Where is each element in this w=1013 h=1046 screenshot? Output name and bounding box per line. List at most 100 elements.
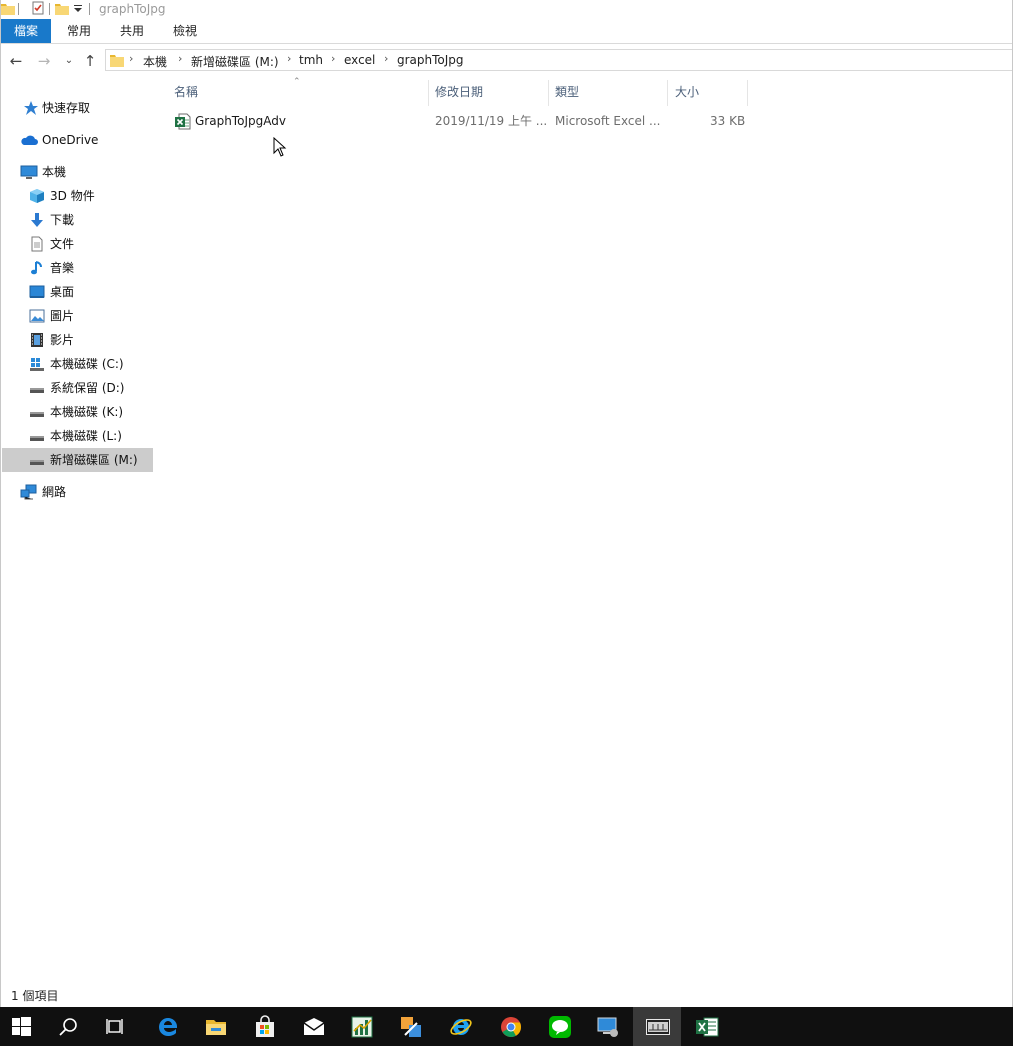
- ggg-app-icon: [646, 1019, 670, 1035]
- task-view-button[interactable]: [92, 1007, 140, 1046]
- nav-drive-d[interactable]: 系統保留 (D:): [1, 376, 153, 400]
- column-divider[interactable]: [747, 80, 748, 106]
- nav-downloads[interactable]: 下載: [1, 208, 153, 232]
- nav-network[interactable]: 網路: [1, 480, 153, 504]
- cube-3d-icon: [29, 188, 45, 204]
- film-strip-icon: [29, 332, 45, 348]
- recent-locations-chevron-icon[interactable]: ⌄: [60, 52, 78, 70]
- window-title: graphToJpg: [99, 2, 166, 16]
- excel-icon: [696, 1017, 719, 1037]
- breadcrumb-this-pc[interactable]: 本機: [143, 53, 167, 70]
- hard-drive-icon: [29, 380, 45, 396]
- nav-documents[interactable]: 文件: [1, 232, 153, 256]
- start-button[interactable]: [0, 1007, 48, 1046]
- breadcrumb-graphtojpg[interactable]: graphToJpg: [397, 53, 464, 67]
- breadcrumb-chevron-icon[interactable]: ›: [129, 52, 133, 65]
- taskbar-mail[interactable]: [289, 1007, 337, 1046]
- breadcrumb-chevron-icon[interactable]: ›: [178, 52, 182, 65]
- tab-share[interactable]: 共用: [110, 19, 154, 43]
- taskbar-paint-tool[interactable]: [386, 1007, 434, 1046]
- folder-icon: [1, 1, 15, 15]
- picture-icon: [29, 308, 45, 324]
- hard-drive-icon: [29, 428, 45, 444]
- nav-music[interactable]: 音樂: [1, 256, 153, 280]
- music-note-icon: [29, 260, 45, 276]
- breadcrumb-chevron-icon[interactable]: ›: [287, 52, 291, 65]
- mouse-pointer-icon: [273, 136, 287, 160]
- nav-drive-l[interactable]: 本機磁碟 (L:): [1, 424, 153, 448]
- file-name[interactable]: GraphToJpgAdv: [195, 111, 286, 131]
- nav-quick-access[interactable]: 快速存取: [1, 96, 153, 120]
- taskbar-store[interactable]: [240, 1007, 288, 1046]
- address-bar[interactable]: › 本機 › 新增磁碟區 (M:) › tmh › excel › graphT…: [105, 49, 1012, 71]
- desktop-icon: [29, 284, 45, 300]
- cloud-icon: [20, 132, 38, 148]
- taskbar-file-explorer[interactable]: [191, 1007, 239, 1046]
- nav-onedrive[interactable]: OneDrive: [1, 128, 153, 152]
- column-divider[interactable]: [548, 80, 549, 106]
- chrome-icon: [501, 1017, 522, 1037]
- column-header-name[interactable]: 名稱: [174, 80, 198, 104]
- status-item-count: 1 個項目: [11, 989, 59, 1003]
- hard-drive-icon: [29, 452, 45, 468]
- hard-drive-icon: [29, 404, 45, 420]
- customize-qat-icon[interactable]: [72, 1, 86, 15]
- remote-desktop-icon: [597, 1017, 618, 1037]
- download-arrow-icon: [29, 212, 45, 228]
- folder-icon: [206, 1020, 226, 1035]
- windows-drive-icon: [29, 356, 45, 372]
- nav-drive-k[interactable]: 本機磁碟 (K:): [1, 400, 153, 424]
- paint-tool-icon: [401, 1017, 421, 1037]
- column-header-type[interactable]: 類型: [555, 80, 579, 104]
- nav-desktop[interactable]: 桌面: [1, 280, 153, 304]
- column-divider[interactable]: [428, 80, 429, 106]
- breadcrumb-tmh[interactable]: tmh: [299, 53, 323, 67]
- sort-indicator-icon: ⌃: [293, 77, 301, 87]
- qat-separator: [49, 3, 50, 15]
- nav-videos[interactable]: 影片: [1, 328, 153, 352]
- taskbar-edge[interactable]: [143, 1007, 191, 1046]
- line-chat-icon: [549, 1016, 571, 1038]
- column-header-size[interactable]: 大小: [675, 80, 699, 104]
- tab-home[interactable]: 常用: [57, 19, 101, 43]
- forward-arrow-icon[interactable]: →: [35, 52, 53, 70]
- column-divider[interactable]: [667, 80, 668, 106]
- taskbar-excel[interactable]: [682, 1007, 730, 1046]
- folder-icon: [110, 53, 124, 70]
- taskbar-ggg-app[interactable]: [633, 1007, 681, 1046]
- nav-this-pc[interactable]: 本機: [1, 160, 153, 184]
- file-type: Microsoft Excel ...: [555, 114, 661, 128]
- file-size: 33 KB: [710, 114, 746, 128]
- taskbar-line[interactable]: [535, 1007, 583, 1046]
- taskbar-chrome[interactable]: [486, 1007, 534, 1046]
- edge-icon: [159, 1017, 177, 1036]
- column-header-date[interactable]: 修改日期: [435, 80, 483, 104]
- new-folder-icon[interactable]: [55, 1, 69, 15]
- excel-file-icon: [174, 113, 191, 133]
- store-bag-icon: [256, 1015, 274, 1037]
- nav-drive-m[interactable]: 新增磁碟區 (M:): [2, 448, 153, 472]
- back-arrow-icon[interactable]: ←: [7, 52, 25, 70]
- properties-icon[interactable]: [31, 1, 45, 15]
- nav-3d-objects[interactable]: 3D 物件: [1, 184, 153, 208]
- qat-separator: [18, 3, 19, 15]
- up-arrow-icon[interactable]: ↑: [81, 52, 99, 70]
- breadcrumb-excel[interactable]: excel: [344, 53, 375, 67]
- tab-view[interactable]: 檢視: [163, 19, 207, 43]
- nav-drive-c[interactable]: 本機磁碟 (C:): [1, 352, 153, 376]
- breadcrumb-chevron-icon[interactable]: ›: [331, 52, 335, 65]
- breadcrumb-chevron-icon[interactable]: ›: [384, 52, 388, 65]
- taskbar-chart-app[interactable]: [337, 1007, 385, 1046]
- internet-explorer-icon: [450, 1019, 472, 1035]
- taskbar-remote-desktop[interactable]: [583, 1007, 631, 1046]
- breadcrumb-drive-m[interactable]: 新增磁碟區 (M:): [191, 53, 279, 70]
- document-icon: [29, 236, 45, 252]
- navigation-row: ← → ⌄ ↑ › 本機 › 新增磁碟區 (M:) › tmh › excel …: [1, 44, 1012, 78]
- search-button[interactable]: [45, 1007, 93, 1046]
- ribbon-tabs: 檔案 常用 共用 檢視: [1, 19, 1012, 44]
- taskbar-internet-explorer[interactable]: [436, 1007, 484, 1046]
- tab-file[interactable]: 檔案: [1, 19, 51, 43]
- nav-pictures[interactable]: 圖片: [1, 304, 153, 328]
- qat-separator: [89, 3, 90, 15]
- windows-logo-icon: [12, 1017, 31, 1036]
